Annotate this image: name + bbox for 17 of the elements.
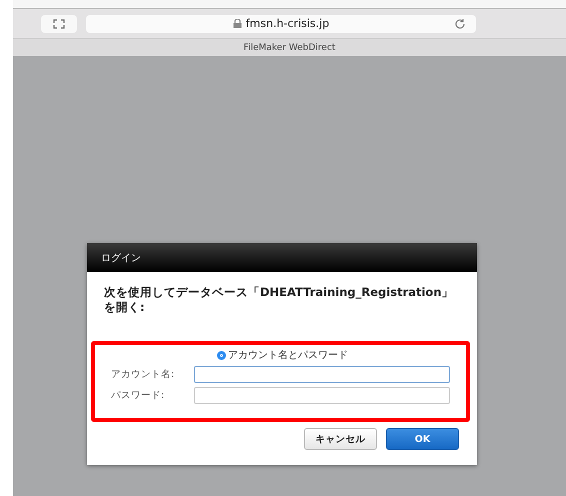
radio-button[interactable] — [217, 350, 226, 360]
radio-option[interactable]: アカウント名とパスワード — [217, 348, 348, 362]
reload-icon[interactable] — [454, 18, 466, 30]
fullscreen-button[interactable] — [41, 14, 77, 32]
expand-icon — [53, 18, 65, 28]
input-field[interactable] — [194, 387, 450, 404]
dialog-title: ログイン — [101, 252, 141, 264]
dialog-message: 次を使用してデータベース「DHEATTraining_Registration」を開く: — [103, 284, 455, 316]
field-label: アカウント名: — [111, 368, 176, 381]
cancel-button[interactable]: キャンセル — [304, 428, 377, 450]
url-text: fmsn.h-crisis.jp — [246, 17, 330, 30]
ok-button[interactable]: OK — [386, 428, 459, 450]
lock-icon — [232, 19, 242, 28]
address-bar[interactable]: fmsn.h-crisis.jp — [86, 14, 476, 32]
field-label: パスワード: — [111, 389, 166, 402]
input-field[interactable] — [194, 366, 450, 383]
page-title: FileMaker WebDirect — [244, 42, 336, 52]
